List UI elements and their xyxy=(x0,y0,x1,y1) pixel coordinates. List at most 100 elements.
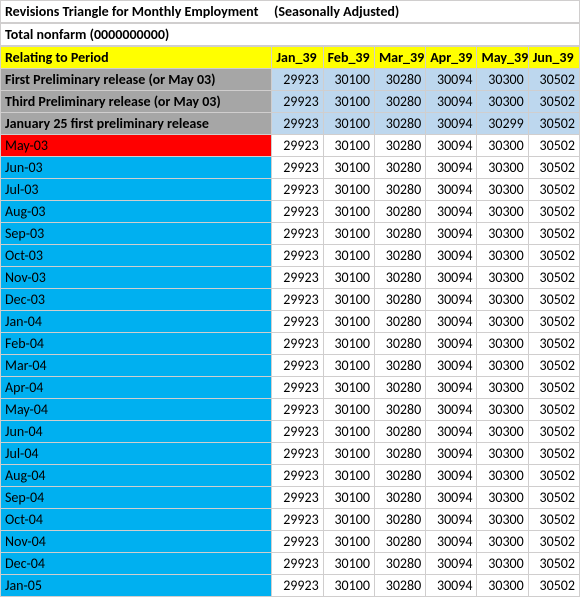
cell-val: 30300 xyxy=(477,223,528,245)
cell-val: 30094 xyxy=(426,201,477,223)
cell-val: 30300 xyxy=(477,311,528,333)
cell-val: 30100 xyxy=(323,157,374,179)
cell-val: 30100 xyxy=(323,443,374,465)
cell-val: 29923 xyxy=(272,487,323,509)
cell-val: 30094 xyxy=(426,267,477,289)
header-label: Relating to Period xyxy=(1,47,272,69)
table-row: Feb-04299233010030280300943030030502 xyxy=(1,333,580,355)
table-row: Oct-03299233010030280300943030030502 xyxy=(1,245,580,267)
cell-val: 30094 xyxy=(426,377,477,399)
cell-val: 29923 xyxy=(272,333,323,355)
title-right: (Seasonally Adjusted) xyxy=(270,0,580,23)
cell-val: 30094 xyxy=(426,245,477,267)
cell-val: 29923 xyxy=(272,289,323,311)
cell-val: 30280 xyxy=(374,157,425,179)
cell-val: 30100 xyxy=(323,201,374,223)
header-col-2: Mar_39 xyxy=(374,47,425,69)
cell-val: 29923 xyxy=(272,223,323,245)
prelim-val: 30300 xyxy=(477,69,528,91)
prelim-val: 30094 xyxy=(426,91,477,113)
cell-val: 29923 xyxy=(272,443,323,465)
cell-val: 29923 xyxy=(272,311,323,333)
prelim-val: 29923 xyxy=(272,69,323,91)
cell-val: 30502 xyxy=(528,399,579,421)
cell-val: 30094 xyxy=(426,575,477,597)
cell-val: 30100 xyxy=(323,333,374,355)
cell-val: 30502 xyxy=(528,245,579,267)
cell-val: 30300 xyxy=(477,575,528,597)
cell-val: 30502 xyxy=(528,267,579,289)
cell-val: 30280 xyxy=(374,333,425,355)
cell-val: 30502 xyxy=(528,487,579,509)
cell-val: 30300 xyxy=(477,289,528,311)
cell-val: 30300 xyxy=(477,421,528,443)
cell-val: 30280 xyxy=(374,289,425,311)
period-label: Sep-04 xyxy=(1,487,272,509)
cell-val: 29923 xyxy=(272,135,323,157)
cell-val: 30100 xyxy=(323,289,374,311)
subtitle: Total nonfarm (0000000000) xyxy=(0,23,580,46)
period-label: Oct-03 xyxy=(1,245,272,267)
revisions-table: Relating to PeriodJan_39Feb_39Mar_39Apr_… xyxy=(0,46,580,597)
prelim-val: 30502 xyxy=(528,91,579,113)
prelim-val: 30502 xyxy=(528,113,579,135)
cell-val: 29923 xyxy=(272,179,323,201)
table-row: Apr-04299233010030280300943030030502 xyxy=(1,377,580,399)
header-col-3: Apr_39 xyxy=(426,47,477,69)
table-row: Jul-04299233010030280300943030030502 xyxy=(1,443,580,465)
cell-val: 30100 xyxy=(323,223,374,245)
cell-val: 30300 xyxy=(477,355,528,377)
prelim-val: 30280 xyxy=(374,91,425,113)
cell-val: 30100 xyxy=(323,531,374,553)
cell-val: 30502 xyxy=(528,465,579,487)
cell-val: 30100 xyxy=(323,377,374,399)
prelim-val: 30094 xyxy=(426,113,477,135)
period-label: Jan-04 xyxy=(1,311,272,333)
cell-val: 30100 xyxy=(323,421,374,443)
cell-val: 29923 xyxy=(272,245,323,267)
cell-val: 30300 xyxy=(477,201,528,223)
period-label: Dec-04 xyxy=(1,553,272,575)
cell-val: 30094 xyxy=(426,509,477,531)
period-label: Dec-03 xyxy=(1,289,272,311)
cell-val: 30502 xyxy=(528,157,579,179)
cell-val: 30280 xyxy=(374,553,425,575)
period-label: Nov-04 xyxy=(1,531,272,553)
period-label: Jun-03 xyxy=(1,157,272,179)
period-label: May-03 xyxy=(1,135,272,157)
prelim-label: First Preliminary release (or May 03) xyxy=(1,69,272,91)
cell-val: 30094 xyxy=(426,311,477,333)
cell-val: 30100 xyxy=(323,355,374,377)
cell-val: 30300 xyxy=(477,377,528,399)
cell-val: 30300 xyxy=(477,465,528,487)
prelim-val: 30300 xyxy=(477,91,528,113)
period-label: Sep-03 xyxy=(1,223,272,245)
cell-val: 30094 xyxy=(426,421,477,443)
cell-val: 30502 xyxy=(528,223,579,245)
period-label: Mar-04 xyxy=(1,355,272,377)
prelim-val: 30100 xyxy=(323,113,374,135)
cell-val: 30094 xyxy=(426,333,477,355)
cell-val: 30300 xyxy=(477,157,528,179)
header-col-0: Jan_39 xyxy=(272,47,323,69)
cell-val: 30502 xyxy=(528,135,579,157)
cell-val: 30300 xyxy=(477,443,528,465)
cell-val: 30300 xyxy=(477,487,528,509)
prelim-val: 30094 xyxy=(426,69,477,91)
cell-val: 30280 xyxy=(374,399,425,421)
table-row: Aug-03299233010030280300943030030502 xyxy=(1,201,580,223)
cell-val: 29923 xyxy=(272,509,323,531)
cell-val: 30100 xyxy=(323,135,374,157)
cell-val: 30094 xyxy=(426,465,477,487)
cell-val: 30100 xyxy=(323,399,374,421)
cell-val: 30280 xyxy=(374,531,425,553)
cell-val: 30094 xyxy=(426,179,477,201)
cell-val: 29923 xyxy=(272,465,323,487)
period-label: Oct-04 xyxy=(1,509,272,531)
cell-val: 30100 xyxy=(323,487,374,509)
cell-val: 30300 xyxy=(477,399,528,421)
prelim-row: January 25 first preliminary release2992… xyxy=(1,113,580,135)
cell-val: 30280 xyxy=(374,509,425,531)
cell-val: 29923 xyxy=(272,421,323,443)
cell-val: 30100 xyxy=(323,267,374,289)
